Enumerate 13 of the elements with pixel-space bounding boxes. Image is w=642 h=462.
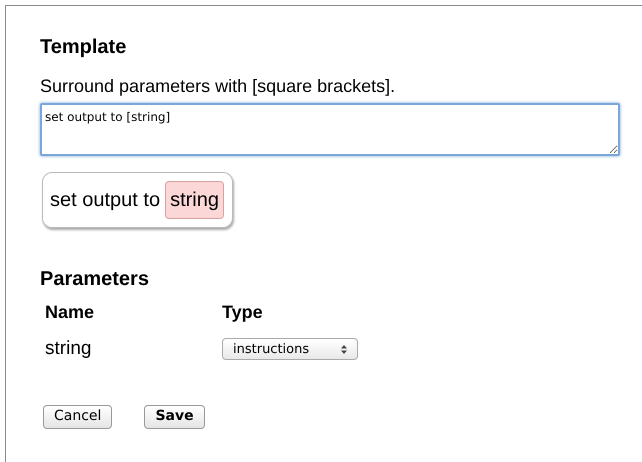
section-heading: Template [40, 35, 128, 60]
block-text: set output to [50, 188, 160, 213]
save-button[interactable]: Save [144, 404, 205, 428]
stepper-arrows-icon [341, 344, 347, 354]
template-field[interactable]: set output to [string] [40, 103, 620, 156]
type-select[interactable]: instructions [222, 338, 358, 360]
parameter-chip: string [165, 181, 224, 219]
column-header: Type [222, 301, 264, 323]
hint-text: Surround parameters with [square brackets]. [40, 75, 396, 97]
parameter-name: string [45, 337, 92, 361]
cancel-button[interactable]: Cancel [43, 404, 112, 428]
column-header: Name [45, 301, 96, 323]
section-heading: Parameters [40, 267, 150, 292]
